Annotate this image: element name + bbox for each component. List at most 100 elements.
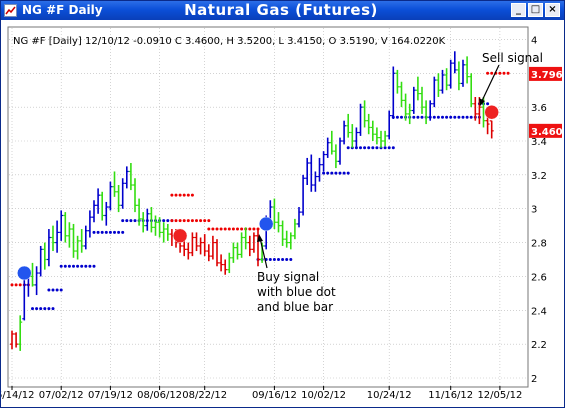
sell-annotation: Sell signal [482,51,543,65]
price-bar [92,200,96,223]
chart-window: NG #F Daily Natural Gas (Futures) _ □ × … [0,0,565,408]
price-bar [235,242,240,260]
stop-dot [108,230,112,234]
price-bar [452,51,457,74]
price-bar [370,120,375,141]
stop-dot [113,230,116,234]
stop-dot [457,115,461,119]
x-axis: 06/14/12 07/02/12 07/19/12 08/06/1208/22/12… [1,386,522,401]
stop-dot [59,288,63,292]
stop-dot [72,264,75,268]
stop-dot [281,258,285,261]
stop-dot [252,227,256,231]
price-bar [444,68,449,91]
price-bar [59,210,64,241]
price-bar [210,235,215,260]
stop-dot [121,219,125,223]
price-bar [284,230,289,248]
stop-dot [395,115,399,119]
price-bar [333,144,338,169]
price-bar [436,73,441,97]
stop-dot [387,146,391,150]
buy-signal-dot [17,265,32,281]
stop-dot [186,193,190,197]
maximize-button[interactable]: □ [528,3,543,17]
price-bar [206,244,211,262]
stop-dot [178,193,182,197]
price-bar [42,242,47,270]
stop-dot [18,283,22,287]
stop-dot [186,219,190,223]
stop-dot [80,264,84,268]
stop-dot [35,307,39,311]
stop-dot [14,283,18,287]
price-bar [104,201,109,226]
stop-dot [133,219,137,223]
price-bar [100,191,105,221]
price-bar [165,223,170,241]
price-chart[interactable]: 22.22.42.62.833.23.43.63.84 06/14/1207/0… [1,20,564,407]
price-bar [38,245,43,277]
stop-dot [375,146,379,150]
price-label-text: 3.4600 [531,127,564,138]
stop-dot [195,219,198,223]
y-tick-label: 2 [531,374,537,385]
stop-dot [236,227,239,231]
price-bar [161,222,166,243]
stop-dot [277,258,280,261]
price-bar [391,66,396,119]
chart-title: Natural Gas (Futures) [184,1,378,19]
stop-dot [445,115,449,119]
stop-dot [272,258,276,261]
stop-dot [207,227,211,231]
price-bar [124,166,129,189]
minimize-button[interactable]: _ [511,3,526,17]
price-bar [309,154,314,192]
stop-dot [129,219,133,223]
price-bar [14,332,19,348]
stop-dot [88,264,92,268]
price-bar [116,185,121,213]
price-bar [87,210,92,238]
price-bar [219,254,224,272]
stop-dot [190,219,194,223]
stop-dot [39,307,43,311]
stop-dot [420,115,424,119]
price-bar [186,242,191,260]
price-bar [71,223,76,258]
x-tick-label: 10/02/12 [301,390,346,401]
price-bar [128,163,133,191]
price-bar [63,212,68,243]
stop-dot [31,307,34,311]
price-bar [292,218,297,240]
price-bars [10,51,494,351]
x-tick-label: 11/16/12 [428,390,473,401]
stop-dot [227,227,231,231]
price-bar [96,188,101,214]
price-bar [67,222,72,248]
price-bar [387,110,392,140]
stop-dot [449,115,453,119]
close-button[interactable]: × [545,3,560,17]
stop-dot [383,146,387,150]
stop-dot [166,219,170,223]
price-bar [461,59,465,87]
price-bar [383,130,388,147]
price-bar [280,220,285,246]
title-bar[interactable]: NG #F Daily Natural Gas (Futures) _ □ × [1,1,564,20]
stop-dot [371,146,375,150]
price-bar [448,59,453,89]
price-bar [227,252,232,274]
price-bar [489,120,494,139]
stop-dot [289,258,293,261]
window-title: NG #F Daily [22,3,103,17]
stop-dot [326,171,330,175]
price-bar [432,76,437,108]
price-bar [288,232,293,250]
stop-dot [51,307,55,311]
price-bar [305,157,310,186]
price-bar [10,330,14,350]
stop-dot [63,264,67,268]
stop-dot [346,171,350,175]
y-axis: 22.22.42.62.833.23.43.63.84 [531,35,547,385]
